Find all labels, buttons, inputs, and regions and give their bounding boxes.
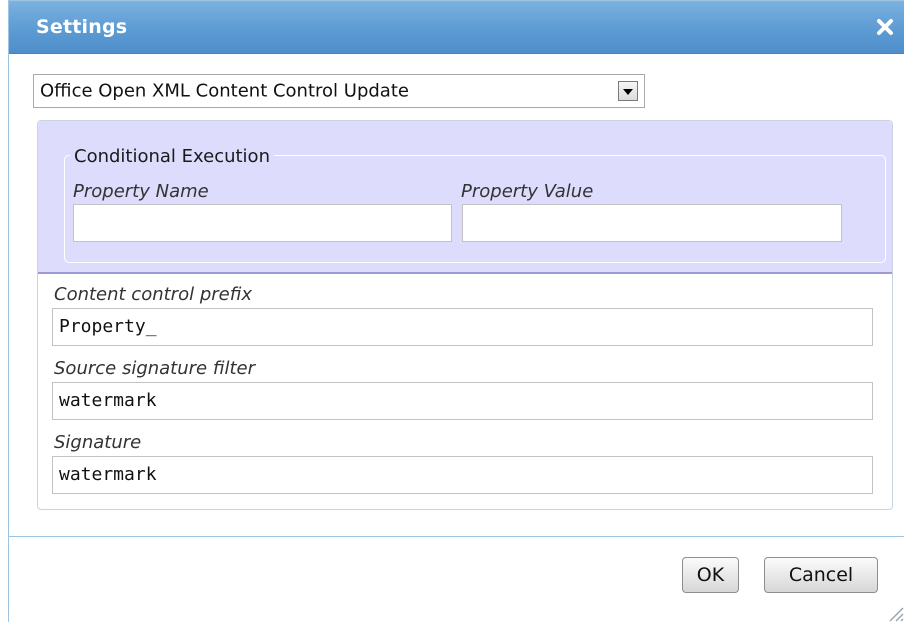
- settings-panel: Conditional Execution Property Name Prop…: [37, 120, 893, 510]
- content-control-prefix-label: Content control prefix: [54, 284, 252, 305]
- property-value-input[interactable]: [462, 204, 842, 242]
- dialog-title: Settings: [36, 16, 128, 38]
- dropdown-arrow-icon[interactable]: [618, 81, 638, 101]
- signature-label: Signature: [54, 432, 142, 453]
- settings-dialog: Settings Office Open XML Content Control…: [8, 0, 904, 622]
- content-control-prefix-input[interactable]: Property_: [52, 308, 873, 346]
- conditional-execution-section: Conditional Execution Property Name Prop…: [38, 121, 892, 274]
- activity-type-select[interactable]: Office Open XML Content Control Update: [33, 74, 645, 108]
- resize-grip-icon[interactable]: [884, 602, 904, 622]
- source-signature-filter-input[interactable]: watermark: [52, 382, 873, 420]
- ok-button[interactable]: OK: [682, 557, 739, 593]
- property-name-input[interactable]: [73, 204, 452, 242]
- source-signature-filter-label: Source signature filter: [54, 358, 256, 379]
- cancel-button[interactable]: Cancel: [764, 557, 878, 593]
- property-name-label: Property Name: [73, 181, 209, 202]
- property-value-label: Property Value: [461, 181, 594, 202]
- dialog-titlebar[interactable]: Settings: [9, 1, 904, 54]
- activity-type-value: Office Open XML Content Control Update: [40, 80, 409, 102]
- footer-divider: [9, 536, 904, 537]
- signature-input[interactable]: watermark: [52, 456, 873, 494]
- conditional-execution-legend: Conditional Execution: [70, 146, 274, 167]
- close-icon[interactable]: [874, 16, 896, 38]
